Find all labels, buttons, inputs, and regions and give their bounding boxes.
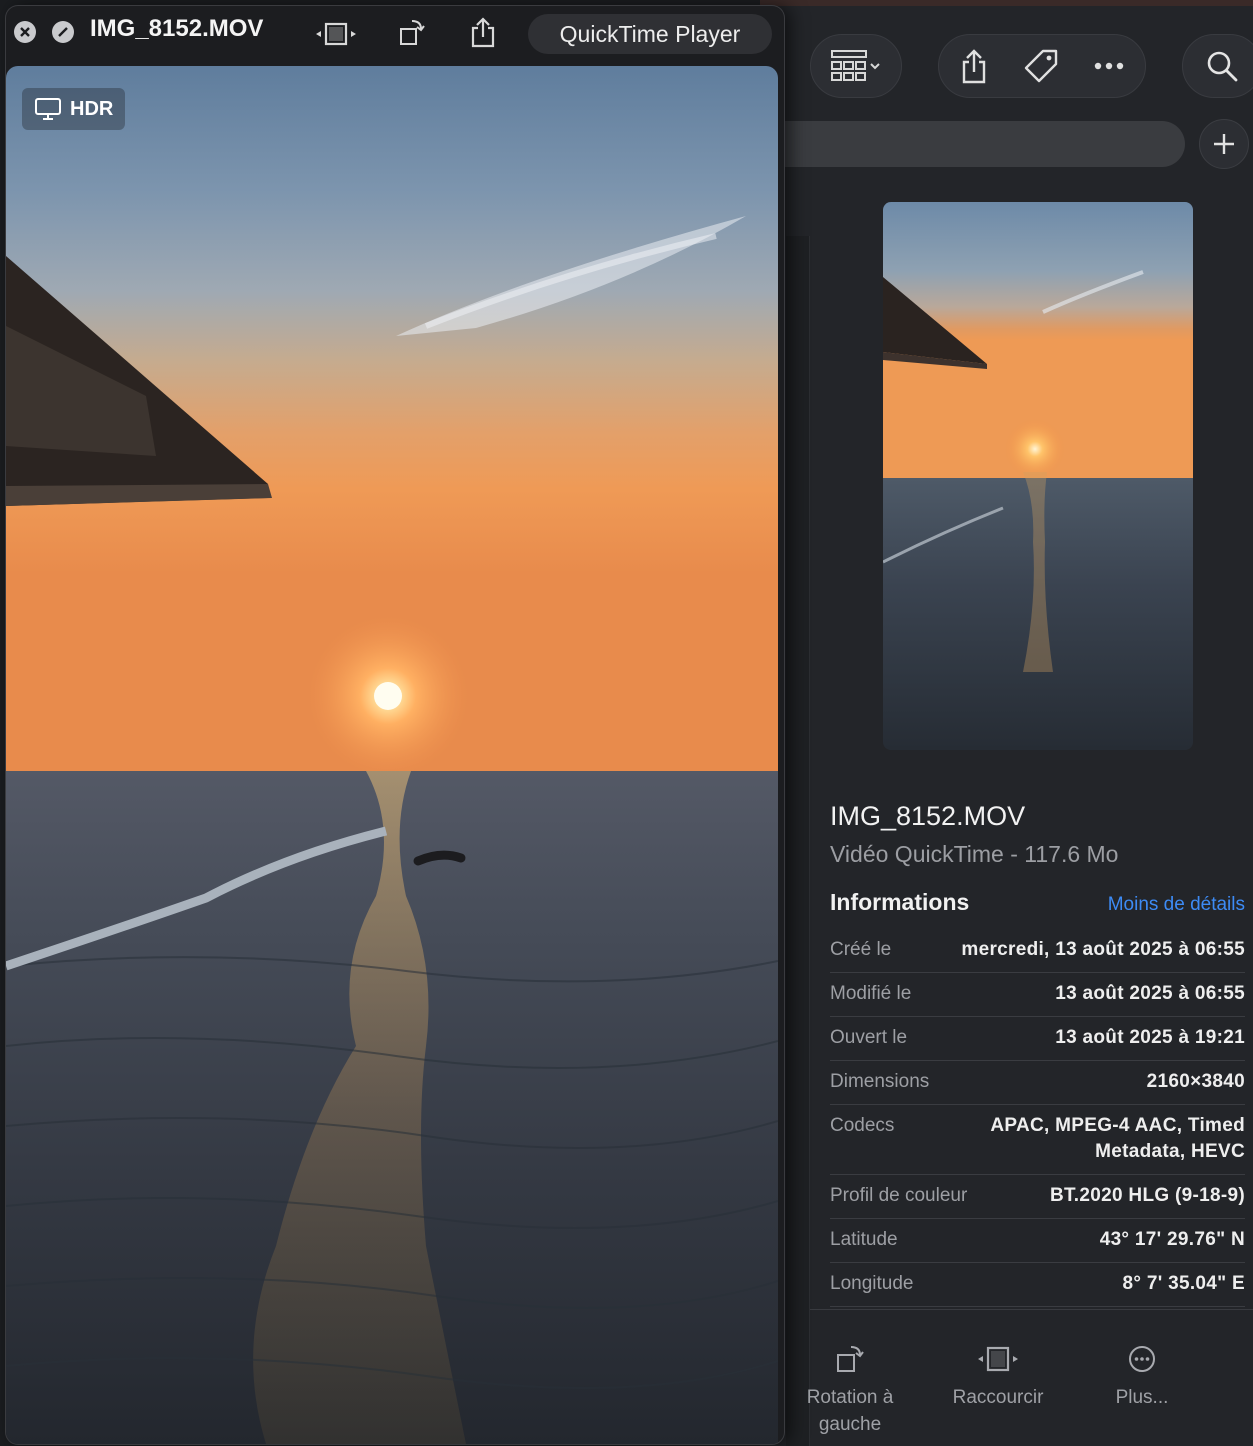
info-key: Longitude bbox=[830, 1273, 914, 1294]
info-rows: Créé le mercredi, 13 août 2025 à 06:55 M… bbox=[830, 929, 1245, 1307]
minimize-disabled-icon bbox=[58, 27, 68, 37]
quicktime-titlebar[interactable]: IMG_8152.MOV QuickTime Player bbox=[6, 6, 784, 64]
file-name: IMG_8152.MOV bbox=[830, 801, 1026, 831]
info-key: Ouvert le bbox=[830, 1027, 908, 1048]
close-icon bbox=[20, 27, 30, 37]
info-section-title: Informations bbox=[830, 889, 970, 915]
add-button[interactable] bbox=[1199, 119, 1249, 169]
trim-label: Raccourcir bbox=[952, 1387, 1044, 1408]
search-button[interactable] bbox=[1182, 34, 1253, 98]
info-value: mercredi, 13 août 2025 à 06:55 bbox=[961, 939, 1245, 960]
more-circle-icon bbox=[1129, 1346, 1155, 1372]
close-button[interactable] bbox=[14, 21, 36, 43]
file-type: Vidéo QuickTime - 117.6 Mo bbox=[830, 841, 1119, 867]
info-row-created: Créé le mercredi, 13 août 2025 à 06:55 bbox=[830, 929, 1245, 973]
info-key: Codecs bbox=[830, 1115, 895, 1136]
info-value: 13 août 2025 à 19:21 bbox=[1055, 1027, 1245, 1048]
more-action[interactable]: Plus... bbox=[1072, 1334, 1212, 1411]
share-icon[interactable] bbox=[470, 16, 496, 48]
info-row-opened: Ouvert le 13 août 2025 à 19:21 bbox=[830, 1017, 1245, 1061]
window-title: IMG_8152.MOV bbox=[90, 15, 264, 42]
info-row-longitude: Longitude 8° 7' 35.04" E bbox=[830, 1263, 1245, 1307]
info-row-latitude: Latitude 43° 17' 29.76" N bbox=[830, 1219, 1245, 1263]
info-key: Dimensions bbox=[830, 1071, 930, 1092]
less-details-link[interactable]: Moins de détails bbox=[1108, 894, 1245, 916]
info-row-codecs: Codecs APAC, MPEG-4 AAC, Timed Metadata,… bbox=[830, 1105, 1245, 1175]
finder-window: IMG_8152.MOV Vidéo QuickTime - 117.6 Mo … bbox=[760, 0, 1253, 1446]
quicktime-window: IMG_8152.MOV QuickTime Player HDR bbox=[6, 6, 784, 1444]
quick-actions: Rotation à gauche Raccourcir Plus... bbox=[807, 1309, 1253, 1446]
info-key: Créé le bbox=[830, 939, 892, 960]
sunset-sea-video-image bbox=[6, 66, 778, 1444]
info-value: APAC, MPEG-4 AAC, Timed Metadata, HEVC bbox=[990, 1115, 1245, 1162]
plus-icon bbox=[1214, 134, 1234, 154]
info-panel: IMG_8152.MOV Vidéo QuickTime - 117.6 Mo … bbox=[830, 801, 1245, 1307]
minimize-button[interactable] bbox=[52, 21, 74, 43]
tag-icon[interactable] bbox=[1023, 48, 1059, 84]
info-header: Informations Moins de détails bbox=[830, 889, 1245, 929]
info-key: Profil de couleur bbox=[830, 1185, 968, 1206]
gallery-view-icon bbox=[831, 50, 880, 81]
info-row-dimensions: Dimensions 2160×3840 bbox=[830, 1061, 1245, 1105]
info-key: Modifié le bbox=[830, 983, 912, 1004]
finder-actions-group bbox=[938, 34, 1146, 98]
more-label: Plus... bbox=[1115, 1387, 1169, 1408]
info-value: 13 août 2025 à 06:55 bbox=[1055, 983, 1245, 1004]
info-value: 43° 17' 29.76" N bbox=[1099, 1229, 1245, 1250]
info-row-color-profile: Profil de couleur BT.2020 HLG (9-18-9) bbox=[830, 1175, 1245, 1219]
hdr-label: HDR bbox=[70, 97, 114, 120]
share-icon[interactable] bbox=[959, 48, 989, 84]
sunset-thumbnail-image bbox=[883, 202, 1193, 750]
view-options-button[interactable] bbox=[810, 34, 902, 98]
rotate-left-icon[interactable] bbox=[398, 17, 426, 47]
hdr-badge: HDR bbox=[22, 88, 126, 130]
trim-icon bbox=[978, 1346, 1018, 1372]
info-key: Latitude bbox=[830, 1229, 898, 1250]
video-frame[interactable]: HDR bbox=[6, 66, 778, 1444]
finder-toolbar bbox=[760, 6, 1253, 106]
ellipsis-icon[interactable] bbox=[1093, 61, 1125, 71]
search-icon bbox=[1207, 51, 1238, 82]
info-row-modified: Modifié le 13 août 2025 à 06:55 bbox=[830, 973, 1245, 1017]
info-value: BT.2020 HLG (9-18-9) bbox=[1049, 1185, 1245, 1206]
rotate-left-action[interactable]: Rotation à gauche bbox=[780, 1334, 920, 1438]
info-value: 2160×3840 bbox=[1146, 1071, 1245, 1092]
path-bar[interactable] bbox=[760, 121, 1185, 167]
display-icon bbox=[35, 98, 61, 120]
rotate-left-label: Rotation à gauche bbox=[806, 1387, 894, 1435]
app-name-pill: QuickTime Player bbox=[528, 14, 772, 54]
preview-thumbnail[interactable] bbox=[883, 202, 1193, 750]
trim-icon[interactable] bbox=[314, 21, 358, 47]
column-divider bbox=[786, 236, 810, 1446]
trim-action[interactable]: Raccourcir bbox=[928, 1334, 1068, 1411]
info-value: 8° 7' 35.04" E bbox=[1122, 1273, 1245, 1294]
rotate-left-icon bbox=[837, 1346, 864, 1372]
